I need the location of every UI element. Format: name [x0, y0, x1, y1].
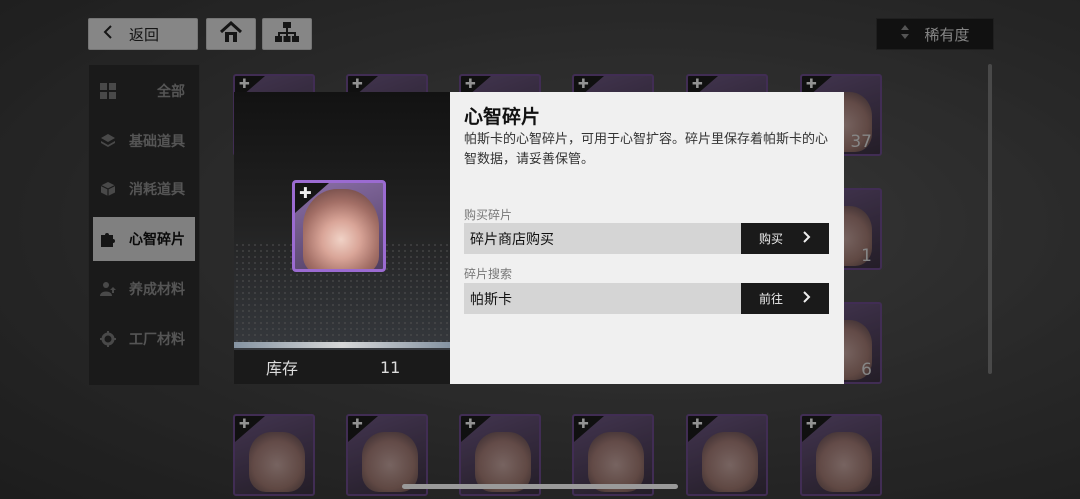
- buy-row-text: 碎片商店购买: [470, 231, 554, 248]
- buy-row: 碎片商店购买 购买: [464, 223, 829, 254]
- buy-button[interactable]: 购买: [741, 223, 829, 254]
- stock-bar: 库存 11: [234, 350, 450, 384]
- puzzle-icon: ✚: [299, 184, 312, 202]
- search-row: 帕斯卡 前往: [464, 283, 829, 314]
- chevron-right-icon: [803, 231, 811, 246]
- chevron-right-icon: [803, 291, 811, 306]
- buy-button-label: 购买: [758, 232, 783, 246]
- fragment-preview-panel: ✚ 库存 11: [234, 92, 450, 384]
- goto-button-label: 前往: [758, 292, 783, 306]
- stock-value: 11: [380, 357, 401, 377]
- fragment-detail-panel: 心智碎片 帕斯卡的心智碎片，可用于心智扩容。碎片里保存着帕斯卡的心智数据，请妥善…: [450, 92, 844, 384]
- item-title: 心智碎片: [464, 106, 541, 128]
- goto-button[interactable]: 前往: [741, 283, 829, 314]
- search-section-label: 碎片搜索: [464, 267, 513, 281]
- item-description: 帕斯卡的心智碎片，可用于心智扩容。碎片里保存着帕斯卡的心智数据，请妥善保管。: [464, 132, 829, 167]
- home-indicator[interactable]: [402, 484, 678, 489]
- search-row-text: 帕斯卡: [470, 291, 512, 308]
- character-portrait: ✚: [292, 180, 386, 272]
- buy-section-label: 购买碎片: [464, 208, 513, 222]
- stock-label: 库存: [266, 359, 299, 378]
